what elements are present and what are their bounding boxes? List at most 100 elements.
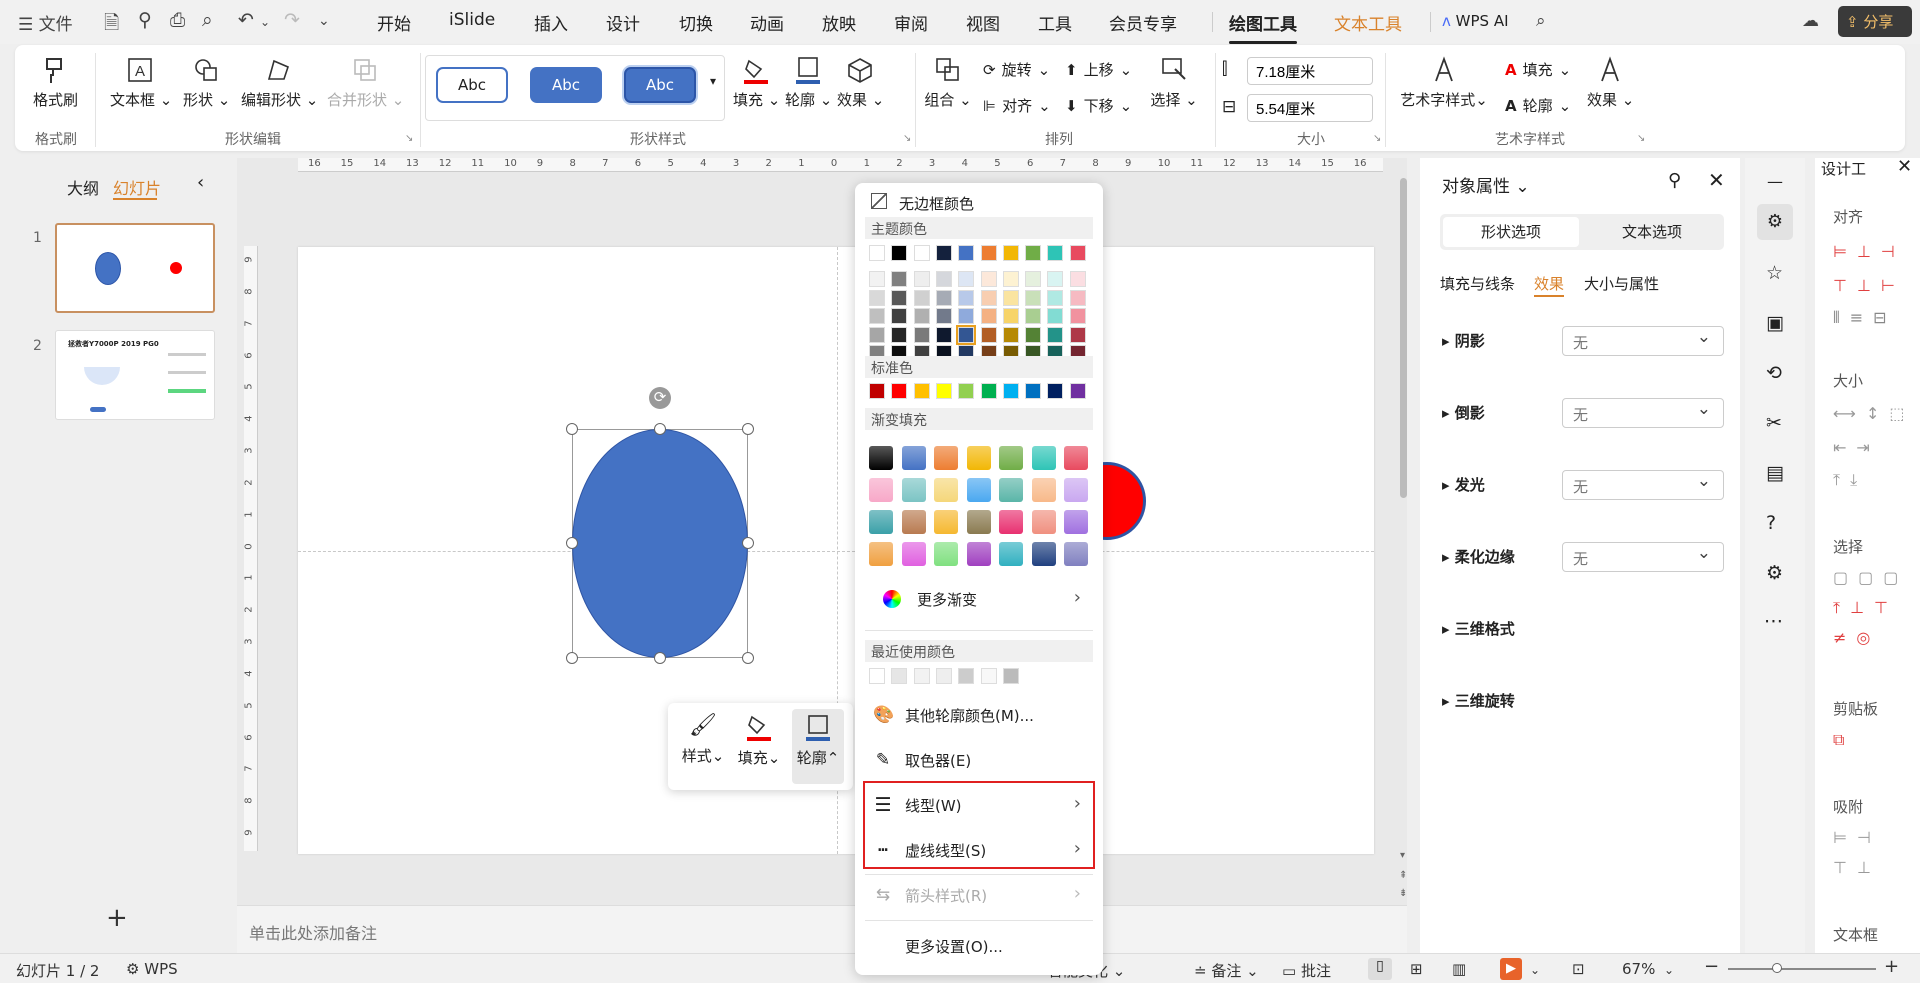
tab-slides[interactable]: 幻灯片	[113, 175, 161, 199]
theme-color-swatch[interactable]	[1047, 245, 1064, 261]
tab-review[interactable]: 审阅	[894, 10, 928, 35]
prev-slide-icon[interactable]: ⇞	[1399, 870, 1407, 881]
standard-color-swatch[interactable]	[980, 383, 997, 399]
tab-shape-options[interactable]: 形状选项	[1443, 217, 1579, 247]
theme-color-shade[interactable]	[980, 289, 997, 306]
mini-outline-button[interactable]: 轮廓⌃	[792, 709, 844, 784]
resize-handle-s[interactable]	[654, 652, 666, 664]
tab-slideshow[interactable]: 放映	[822, 10, 856, 35]
resize-handle-n[interactable]	[654, 423, 666, 435]
reflection-select[interactable]: 无	[1562, 398, 1724, 428]
gradient-swatch[interactable]	[1031, 542, 1056, 566]
gradient-swatch[interactable]	[1031, 510, 1056, 534]
theme-color-shade[interactable]	[956, 324, 977, 345]
cloud-icon[interactable]: ☁	[1802, 11, 1819, 31]
slide-thumbnail-1[interactable]	[55, 223, 215, 313]
gradient-swatch[interactable]	[966, 478, 991, 502]
zoom-out-icon[interactable]: −	[1704, 956, 1719, 977]
play-slideshow-icon[interactable]: ▶	[1500, 958, 1522, 980]
tab-insert[interactable]: 插入	[534, 10, 568, 35]
blue-ellipse-shape[interactable]	[572, 429, 748, 658]
textbox-button[interactable]: A 文本框 ⌄	[110, 55, 172, 110]
reflection-row[interactable]: ▸ 倒影	[1442, 402, 1485, 423]
standard-color-swatch[interactable]	[958, 383, 975, 399]
soft-edges-select[interactable]: 无	[1562, 542, 1724, 572]
select-buttons-row-2[interactable]: ⤒⊥⊤	[1833, 598, 1898, 618]
zoom-in-icon[interactable]: +	[1884, 956, 1899, 977]
theme-color-shade[interactable]	[958, 271, 975, 287]
resize-handle-sw[interactable]	[566, 652, 578, 664]
group-expand-icon[interactable]: ↘	[903, 133, 911, 144]
gradient-swatch[interactable]	[934, 542, 958, 566]
theme-color-shade[interactable]	[1069, 326, 1086, 343]
tab-drawing-tools[interactable]: 绘图工具	[1229, 10, 1297, 44]
other-outline-colors-item[interactable]: 🎨 其他轮廓颜色(M)...	[855, 695, 1103, 735]
print-icon[interactable]: ⎙	[170, 9, 185, 31]
notes-area[interactable]: 单击此处添加备注	[237, 905, 1407, 953]
theme-color-shade[interactable]	[1047, 326, 1064, 343]
recent-color-swatch[interactable]	[980, 668, 997, 684]
theme-color-shade[interactable]	[891, 326, 908, 343]
rotate-button[interactable]: ⟳ 旋转 ⌄	[983, 59, 1050, 80]
theme-color-shade[interactable]	[935, 289, 952, 306]
slideshow-dropdown-icon[interactable]: ⌄	[1530, 963, 1540, 977]
wps-status[interactable]: ⚙ WPS	[126, 960, 178, 978]
gradient-swatch[interactable]	[901, 542, 926, 566]
more-settings-item[interactable]: 更多设置(O)...	[855, 926, 1103, 966]
reading-view-icon[interactable]: ▥	[1452, 960, 1466, 978]
no-border-option[interactable]: 无边框颜色	[899, 193, 974, 214]
align-buttons-row-2[interactable]: ⊤⊥⊢	[1833, 276, 1905, 295]
print-preview-icon[interactable]: ⌕	[202, 9, 213, 31]
theme-color-shade[interactable]	[1069, 289, 1086, 306]
gradient-swatch[interactable]	[1064, 542, 1088, 566]
gradient-swatch[interactable]	[1064, 446, 1088, 470]
art-fill-button[interactable]: A 填充 ⌄	[1505, 59, 1571, 80]
select-buttons-row[interactable]: ▢▢▢	[1833, 568, 1908, 587]
more-gradient-item[interactable]: 更多渐变 ›	[855, 579, 1103, 619]
book-icon[interactable]: ▤	[1766, 462, 1784, 484]
send-backward-button[interactable]: ⬇ 下移 ⌄	[1065, 95, 1132, 116]
gradient-swatch[interactable]	[1031, 478, 1056, 502]
theme-color-swatch[interactable]	[1025, 245, 1042, 261]
theme-color-shade[interactable]	[913, 326, 930, 343]
tab-outline[interactable]: 大纲	[67, 175, 99, 199]
gradient-swatch[interactable]	[934, 478, 958, 502]
standard-color-swatch[interactable]	[1002, 383, 1019, 399]
tab-text-options[interactable]: 文本选项	[1584, 217, 1720, 247]
theme-color-shade[interactable]	[1047, 308, 1064, 324]
shadow-row[interactable]: ▸ 阴影	[1442, 330, 1485, 351]
tab-member[interactable]: 会员专享	[1109, 10, 1177, 35]
tab-islide[interactable]: iSlide	[449, 10, 495, 30]
share-button[interactable]: ⇪ 分享	[1838, 6, 1912, 37]
align-button[interactable]: ⊫ 对齐 ⌄	[983, 95, 1051, 116]
file-menu[interactable]: ☰ 文件	[18, 10, 73, 35]
theme-color-shade[interactable]	[1047, 271, 1064, 287]
comments-button[interactable]: ▭ 批注	[1282, 960, 1331, 981]
theme-color-shade[interactable]	[980, 271, 997, 287]
help-icon[interactable]: ?	[1766, 512, 1776, 534]
width-input[interactable]	[1247, 57, 1373, 85]
theme-color-shade[interactable]	[1069, 308, 1086, 324]
copy-icon[interactable]: ⧉	[1833, 730, 1844, 750]
save-icon[interactable]: 🗎	[104, 9, 119, 41]
subtab-size-props[interactable]: 大小与属性	[1584, 273, 1659, 294]
soft-edges-row[interactable]: ▸ 柔化边缘	[1442, 546, 1515, 567]
align-buttons-row-1[interactable]: ⊨⊥⊣	[1833, 242, 1905, 261]
theme-color-shade[interactable]	[935, 326, 952, 343]
theme-color-shade[interactable]	[913, 289, 930, 306]
3d-rotation-row[interactable]: ▸ 三维旋转	[1442, 690, 1515, 711]
theme-color-shade[interactable]	[935, 308, 952, 324]
resize-handle-w[interactable]	[566, 537, 578, 549]
gradient-swatch[interactable]	[901, 446, 926, 470]
select-button[interactable]: 选择 ⌄	[1149, 55, 1199, 110]
resize-handle-e[interactable]	[742, 537, 754, 549]
group-expand-icon[interactable]: ↘	[405, 133, 413, 144]
theme-color-shade[interactable]	[1002, 308, 1019, 324]
line-type-item[interactable]: ☰ 线型(W) ›	[855, 785, 1103, 825]
theme-color-swatch[interactable]	[958, 245, 975, 261]
minimize-icon[interactable]: —	[1767, 172, 1783, 191]
scroll-down-icon[interactable]: ▾	[1400, 850, 1405, 861]
style-sample-filled[interactable]: Abc	[530, 67, 602, 103]
recent-color-swatch[interactable]	[958, 668, 975, 684]
group-expand-icon[interactable]: ↘	[1637, 133, 1645, 144]
